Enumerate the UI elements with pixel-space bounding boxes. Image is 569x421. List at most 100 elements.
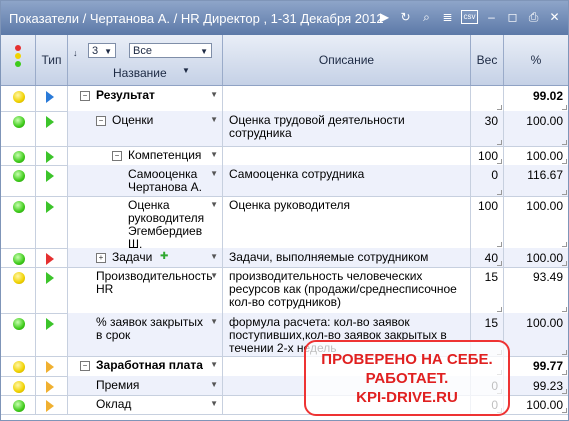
percent-cell[interactable]: 93.49 — [504, 267, 568, 313]
row-menu-icon[interactable]: ▼ — [210, 360, 218, 369]
name-cell[interactable]: Производительность HR ▼ — [68, 267, 223, 313]
row-menu-icon[interactable]: ▼ — [210, 169, 218, 178]
sort-down-icon[interactable]: ↓ — [73, 48, 78, 58]
blue-type-icon — [46, 91, 54, 103]
collapse-icon[interactable]: − — [80, 91, 90, 101]
minimize-icon[interactable]: – — [484, 10, 499, 25]
collapse-icon[interactable]: − — [96, 116, 106, 126]
weight-cell[interactable] — [471, 86, 504, 111]
name-cell[interactable]: − Результат ▼ — [68, 86, 223, 111]
row-menu-icon[interactable]: ▼ — [210, 317, 218, 326]
yellow-status-icon — [13, 381, 25, 393]
row-menu-icon[interactable]: ▼ — [210, 115, 218, 124]
green-status-icon — [13, 116, 25, 128]
add-task-icon[interactable]: ✚ — [160, 251, 168, 262]
name-cell[interactable]: Премия ▼ — [68, 376, 223, 395]
description-cell: производительность человеческих ресурсов… — [223, 267, 471, 313]
expand-icon[interactable]: + — [96, 253, 106, 263]
green-status-icon — [13, 170, 25, 182]
green-status-icon — [13, 400, 25, 412]
name-cell[interactable]: Самооценка Чертанова А. ▼ — [68, 165, 223, 196]
weight-cell[interactable]: 30 — [471, 111, 504, 146]
chevron-down-icon: ▼ — [104, 47, 112, 56]
green-type-icon — [46, 272, 54, 284]
weight-cell[interactable]: 100 — [471, 196, 504, 248]
table-header: Тип ↓ 3 ▼ Все ▼ Название ▼ Описание Вес % — [1, 35, 568, 86]
collapse-icon[interactable]: − — [80, 361, 90, 371]
maximize-icon[interactable]: ◻ — [505, 10, 520, 25]
play-icon[interactable]: ▶ — [377, 10, 392, 25]
table-row[interactable]: + Задачи ✚ ▼ Задачи, выполняемые сотрудником… — [1, 248, 568, 268]
percent-cell[interactable]: 100.00 — [504, 146, 568, 165]
row-weight: 0 — [491, 168, 498, 182]
type-column-header[interactable]: Тип — [36, 35, 68, 85]
filter-select-value: Все — [133, 45, 152, 57]
level-select[interactable]: 3 ▼ — [88, 43, 116, 58]
watermark-line: РАБОТАЕТ. — [365, 370, 449, 387]
name-cell[interactable]: % заявок закрытых в срок ▼ — [68, 313, 223, 356]
row-menu-icon[interactable]: ▼ — [210, 380, 218, 389]
collapse-icon[interactable]: − — [112, 151, 122, 161]
search-icon[interactable]: ⌕ — [419, 10, 434, 25]
percent-cell[interactable]: 100.00 — [504, 313, 568, 356]
weight-cell[interactable]: 100 — [471, 146, 504, 165]
cell-corner-icon — [562, 140, 567, 145]
close-icon[interactable]: ✕ — [547, 10, 562, 25]
table-row[interactable]: − Оценки ▼ Оценка трудовой деятельности сот… — [1, 111, 568, 147]
green-type-icon — [46, 201, 54, 213]
row-menu-icon[interactable]: ▼ — [210, 271, 218, 280]
percent-cell[interactable]: 100.00 — [504, 395, 568, 414]
percent-cell[interactable]: 99.02 — [504, 86, 568, 111]
row-menu-icon[interactable]: ▼ — [210, 150, 218, 159]
print-icon[interactable]: ⎙ — [526, 10, 541, 25]
row-description: Задачи, выполняемые сотрудником — [229, 250, 429, 264]
refresh-icon[interactable]: ↻ — [398, 10, 413, 25]
filter-select[interactable]: Все ▼ — [129, 43, 212, 58]
row-weight: 100 — [477, 199, 498, 213]
list-icon[interactable]: ≣ — [440, 10, 455, 25]
weight-cell[interactable]: 40 — [471, 248, 504, 267]
percent-cell[interactable]: 100.00 — [504, 196, 568, 248]
percent-column-header[interactable]: % — [504, 35, 568, 85]
table-row[interactable]: Производительность HR ▼ производительность… — [1, 267, 568, 314]
type-cell — [36, 196, 68, 248]
row-menu-icon[interactable]: ▼ — [210, 200, 218, 209]
row-weight: 40 — [484, 251, 498, 265]
percent-cell[interactable]: 100.00 — [504, 248, 568, 267]
row-menu-icon[interactable]: ▼ — [210, 90, 218, 99]
row-menu-icon[interactable]: ▼ — [210, 399, 218, 408]
description-cell: Задачи, выполняемые сотрудником — [223, 248, 471, 267]
chevron-down-icon[interactable]: ▼ — [182, 66, 190, 75]
name-cell[interactable]: + Задачи ✚ ▼ — [68, 248, 223, 267]
percent-cell[interactable]: 116.67 — [504, 165, 568, 196]
row-percent: 100.00 — [526, 199, 563, 213]
table-row[interactable]: Оценка руководителя Эгембердиев Ш. ▼ Оценк… — [1, 196, 568, 251]
name-cell[interactable]: − Оценки ▼ — [68, 111, 223, 146]
percent-cell[interactable]: 99.77 — [504, 356, 568, 376]
name-cell[interactable]: Оклад ▼ — [68, 395, 223, 414]
row-weight: 100 — [477, 149, 498, 163]
percent-cell[interactable]: 100.00 — [504, 111, 568, 146]
table-row[interactable]: − Результат ▼ 99.02 — [1, 86, 568, 112]
weight-column-header[interactable]: Вес — [471, 35, 504, 85]
row-name: Оценки — [112, 113, 154, 127]
percent-cell[interactable]: 99.23 — [504, 376, 568, 395]
description-cell — [223, 86, 471, 111]
name-cell[interactable]: Оценка руководителя Эгембердиев Ш. ▼ — [68, 196, 223, 251]
row-name: Компетенция — [128, 148, 202, 162]
green-status-icon — [13, 151, 25, 163]
row-menu-icon[interactable]: ▼ — [210, 252, 218, 261]
table-row[interactable]: Самооценка Чертанова А. ▼ Самооценка сотру… — [1, 165, 568, 197]
weight-cell[interactable]: 15 — [471, 267, 504, 313]
cell-corner-icon — [562, 389, 567, 394]
description-column-header[interactable]: Описание — [223, 35, 471, 85]
weight-cell[interactable]: 0 — [471, 165, 504, 196]
table-row[interactable]: − Компетенция ▼ 100 100.00 — [1, 146, 568, 166]
cell-corner-icon — [497, 159, 502, 164]
name-column-header[interactable]: ↓ 3 ▼ Все ▼ Название ▼ — [68, 35, 223, 85]
name-cell[interactable]: − Компетенция ▼ — [68, 146, 223, 165]
csv-icon[interactable]: csv — [461, 10, 478, 24]
chevron-down-icon: ▼ — [200, 47, 208, 56]
row-percent: 100.00 — [526, 251, 563, 265]
name-cell[interactable]: − Заработная плата ▼ — [68, 356, 223, 376]
